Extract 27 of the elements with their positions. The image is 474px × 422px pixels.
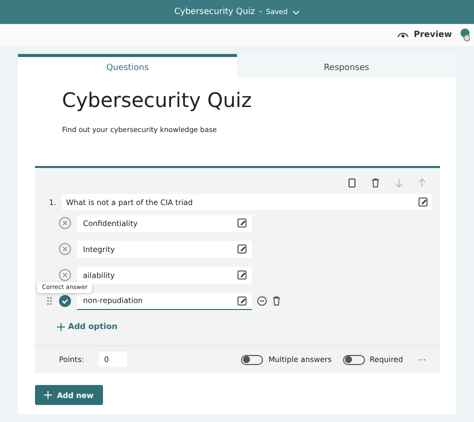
more-options-button[interactable]: ··· [418, 355, 426, 364]
x-circle-icon[interactable] [59, 269, 71, 281]
x-circle-icon[interactable] [59, 243, 71, 255]
separator: - [258, 7, 262, 17]
tab[interactable]: Responses [237, 54, 456, 78]
toggle-switch[interactable] [241, 354, 264, 364]
toggle-switch[interactable] [342, 354, 365, 364]
plus-icon [57, 322, 65, 330]
trash-icon[interactable] [272, 296, 281, 306]
trash-icon[interactable] [371, 178, 380, 188]
edit-icon[interactable] [237, 270, 247, 280]
x-circle-icon[interactable] [59, 217, 71, 229]
plus-icon [44, 391, 52, 399]
form-title: Cybersecurity Quiz [174, 7, 255, 17]
chevron-down-icon[interactable] [292, 10, 300, 14]
drag-handle-icon[interactable] [47, 297, 53, 305]
avatar-icon[interactable] [460, 28, 470, 42]
copy-icon[interactable] [348, 178, 356, 188]
edit-icon[interactable] [418, 197, 428, 207]
edit-icon[interactable] [237, 296, 247, 306]
edit-icon[interactable] [237, 244, 247, 254]
edit-icon[interactable] [237, 218, 247, 228]
add-option-button[interactable]: Add option [57, 322, 118, 331]
eye-icon [396, 31, 409, 39]
preview-button[interactable]: Preview [394, 28, 454, 42]
quiz-title: Cybersecurity Quiz [62, 88, 253, 112]
check-circle-icon[interactable] [59, 295, 71, 307]
